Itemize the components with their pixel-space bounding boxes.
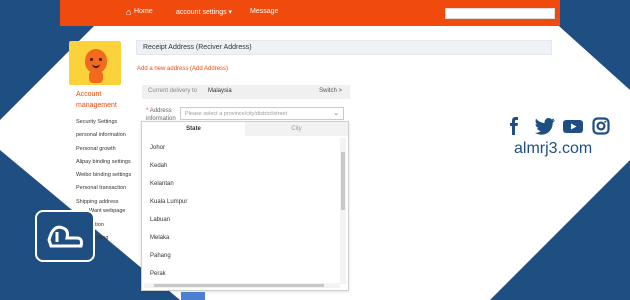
sidebar-item-partial-2[interactable]: nding <box>95 235 108 241</box>
switch-country-button[interactable]: Switch > <box>319 88 342 94</box>
address-select-placeholder: Please select a province/city/district/s… <box>185 111 288 117</box>
tab-city[interactable]: City <box>245 122 348 136</box>
chevron-down-icon: ▾ <box>228 9 233 16</box>
youtube-icon[interactable] <box>563 117 583 135</box>
sidebar-item-weibo[interactable]: Weibo binding settings <box>76 169 131 182</box>
social-icons <box>508 117 618 135</box>
page-header: Receipt Address (Reciver Address) <box>136 40 552 55</box>
horizontal-scrollbar[interactable] <box>144 283 340 288</box>
sidebar-item-partial-1[interactable]: tion <box>95 222 104 228</box>
sidebar-menu: Security Settings personal information P… <box>76 116 131 209</box>
state-option[interactable]: Perak <box>150 271 166 277</box>
region-tabs: State City <box>142 122 348 136</box>
tab-state[interactable]: State <box>142 122 245 136</box>
state-option[interactable]: Labuan <box>150 217 170 223</box>
vertical-scrollbar[interactable] <box>340 138 346 284</box>
nav-account-settings[interactable]: account settings ▾ <box>176 8 232 16</box>
sidebar-item-transaction[interactable]: Personal transaction <box>76 182 131 195</box>
required-mark: * <box>146 108 149 114</box>
sidebar-item-want-webpage[interactable]: Want webpage <box>89 208 126 214</box>
page-title: Receipt Address (Reciver Address) <box>143 44 252 51</box>
scrollbar-thumb[interactable] <box>341 152 345 210</box>
nav-message[interactable]: Message <box>250 8 278 15</box>
save-button-partial[interactable] <box>181 292 205 300</box>
instagram-icon[interactable] <box>592 117 610 135</box>
sidebar-item-alipay[interactable]: Alipay binding settings <box>76 156 131 169</box>
avatar-eye <box>90 58 93 61</box>
state-option[interactable]: Kelantan <box>150 181 174 187</box>
facebook-icon[interactable] <box>508 117 520 135</box>
sidebar-item-security[interactable]: Security Settings <box>76 116 131 129</box>
state-option[interactable]: Kedah <box>150 163 167 169</box>
state-option[interactable]: Kuala Lumpur <box>150 199 187 205</box>
nav-account-settings-label: account settings <box>176 9 227 16</box>
state-option[interactable]: Johor <box>150 145 165 151</box>
delivery-country: Malaysia <box>208 88 232 94</box>
avatar-eye <box>99 58 102 61</box>
twitter-icon[interactable] <box>534 117 556 135</box>
avatar-face <box>85 49 107 73</box>
sidebar-item-personal-info[interactable]: personal information <box>76 129 131 142</box>
watermark-logo-icon <box>35 210 95 262</box>
avatar-mouth <box>92 64 100 68</box>
top-nav-bar: ⌂ Home account settings ▾ Message <box>60 0 560 26</box>
state-option[interactable]: Pahang <box>150 253 171 259</box>
add-address-link[interactable]: Add a new address (Add Address) <box>137 66 228 72</box>
sidebar-title: Account management <box>76 91 117 109</box>
sidebar-item-growth[interactable]: Personal growth <box>76 143 131 156</box>
address-label-text: Address information <box>146 108 176 122</box>
search-input[interactable] <box>445 8 555 19</box>
nav-home[interactable]: Home <box>134 8 153 15</box>
chevron-down-icon: ⌄ <box>333 110 339 117</box>
delivery-row: Current delivery to Malaysia Switch > <box>142 85 350 99</box>
avatar <box>69 41 121 85</box>
site-brand: almrj3.com <box>514 140 593 157</box>
frame-corner-bottom-right <box>490 160 630 300</box>
horizontal-scrollbar-thumb[interactable] <box>154 284 324 287</box>
address-select[interactable]: Please select a province/city/district/s… <box>180 107 344 120</box>
delivery-label: Current delivery to <box>148 88 198 94</box>
region-dropdown: State City Johor Kedah Kelantan Kuala Lu… <box>141 121 349 291</box>
state-option[interactable]: Melaka <box>150 235 169 241</box>
